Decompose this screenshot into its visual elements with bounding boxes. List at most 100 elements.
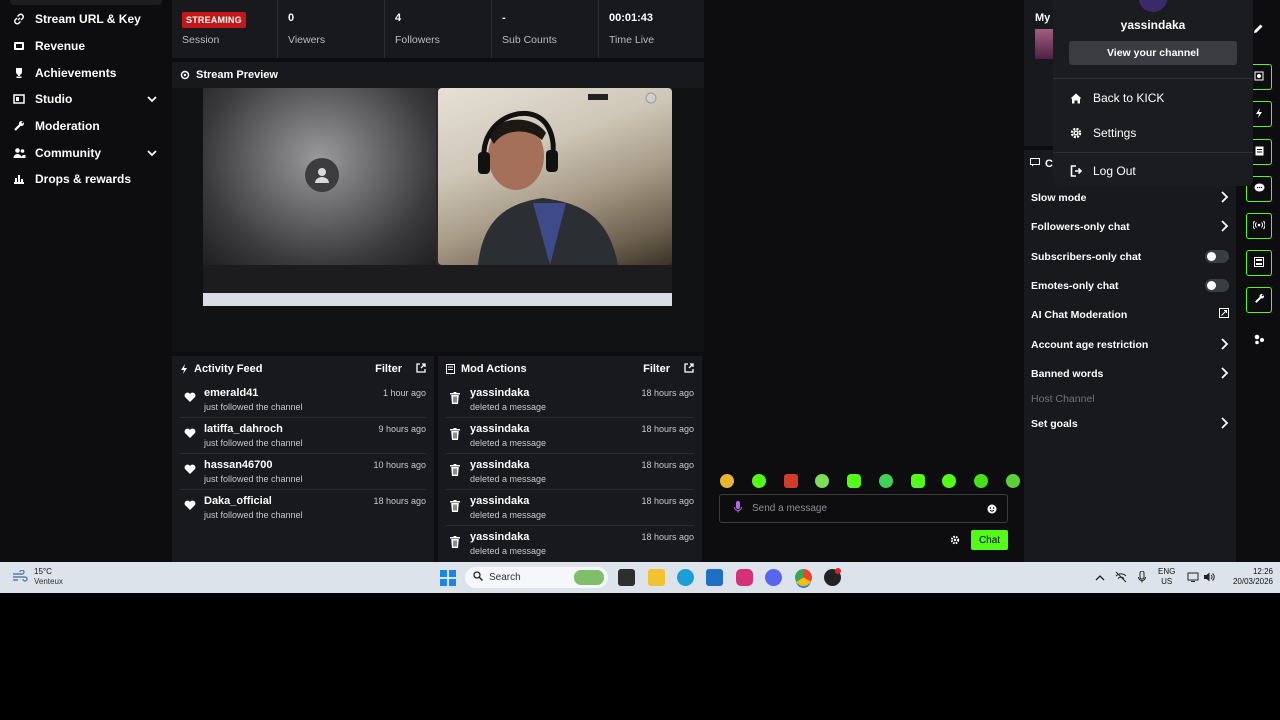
instagram-icon[interactable] [736, 569, 753, 586]
chevron-up-icon[interactable] [1095, 572, 1105, 586]
weather-condition: Venteux [34, 577, 63, 586]
emote-icon[interactable] [720, 474, 734, 488]
emote-icon[interactable] [1005, 474, 1020, 488]
mod-username[interactable]: yassindaka [470, 531, 529, 543]
heart-icon [184, 428, 196, 442]
menu-item-back-to-kick[interactable]: Back to KICK [1069, 89, 1164, 107]
connections-icon[interactable] [1253, 333, 1265, 348]
sidebar-item-studio[interactable]: Studio [0, 86, 170, 112]
external-link-icon [1219, 308, 1229, 321]
rail-button-broadcast[interactable] [1246, 213, 1272, 239]
emote-icon[interactable] [783, 474, 798, 488]
rail-button-moderation-tools[interactable] [1246, 287, 1272, 313]
emote-icon[interactable] [815, 474, 830, 488]
menu-item-log-out[interactable]: Log Out [1069, 162, 1136, 180]
network-off-icon[interactable] [1115, 571, 1127, 586]
chrome-icon[interactable] [795, 569, 812, 586]
dollar-icon [12, 39, 26, 53]
setting-set-goals[interactable]: Set goals [1031, 415, 1229, 433]
chat-message-input[interactable]: Send a message [719, 494, 1008, 523]
chat-send-button[interactable]: Chat [971, 530, 1008, 550]
menu-item-settings[interactable]: Settings [1069, 124, 1136, 142]
emote-icon[interactable] [942, 474, 957, 488]
setting-account-age[interactable]: Account age restriction [1031, 336, 1229, 354]
emote-icon[interactable] [974, 474, 989, 488]
chevron-down-icon[interactable] [146, 147, 158, 162]
sidebar-item-label: Community [35, 146, 101, 160]
stream-preview-header: Stream Preview [172, 62, 704, 88]
popout-icon[interactable] [684, 362, 694, 376]
store-icon[interactable] [706, 569, 723, 586]
emotes-only-toggle[interactable] [1205, 279, 1229, 292]
chevron-down-icon[interactable] [146, 93, 158, 108]
sidebar-item-label: Revenue [35, 39, 86, 53]
edge-browser-icon[interactable] [677, 569, 694, 586]
weather-widget[interactable]: 15°C Venteux [12, 567, 63, 587]
emote-icon[interactable] [878, 474, 893, 488]
chat-placeholder: Send a message [752, 503, 828, 514]
display-icon[interactable] [1187, 571, 1199, 586]
setting-host-channel: Host Channel [1031, 390, 1229, 408]
volume-icon[interactable] [1203, 571, 1215, 586]
list-icon [446, 364, 455, 374]
microphone-icon[interactable] [734, 501, 742, 516]
sidebar-item-label: Achievements [35, 66, 117, 80]
drops-icon [12, 172, 26, 186]
windows-start-button[interactable] [440, 570, 456, 586]
sidebar-item-drops[interactable]: Drops & rewards [0, 166, 170, 192]
emoji-icon[interactable] [987, 503, 997, 517]
setting-label: Host Channel [1031, 393, 1095, 405]
menu-item-label: Log Out [1093, 164, 1136, 178]
discord-icon[interactable] [765, 569, 782, 586]
file-explorer-icon[interactable] [648, 569, 665, 586]
chevron-right-icon [1219, 191, 1229, 206]
sidebar-item-moderation[interactable]: Moderation [0, 113, 170, 139]
mod-username[interactable]: yassindaka [470, 495, 529, 507]
mod-actions-panel: Mod Actions Filter yassindaka deleted a … [438, 356, 702, 562]
setting-banned-words[interactable]: Banned words [1031, 365, 1229, 383]
setting-slow-mode[interactable]: Slow mode [1031, 189, 1229, 207]
setting-followers-only[interactable]: Followers-only chat [1031, 218, 1229, 236]
sidebar-top-edge [10, 0, 162, 5]
mod-username[interactable]: yassindaka [470, 423, 529, 435]
taskbar-search[interactable]: Search [465, 567, 608, 588]
link-icon [12, 12, 26, 26]
channel-thumbnail[interactable] [1035, 29, 1055, 59]
keyboard-language[interactable]: ENG US [1158, 567, 1175, 587]
mod-username[interactable]: yassindaka [470, 387, 529, 399]
rail-button-layout[interactable] [1246, 250, 1272, 276]
emote-icon[interactable] [910, 474, 925, 488]
stream-video[interactable] [203, 88, 672, 306]
activity-row: emerald41 just followed the channel 1 ho… [180, 382, 426, 418]
search-highlight-image [574, 570, 604, 585]
sidebar-item-revenue[interactable]: Revenue [0, 33, 170, 59]
app-window: Stream URL & Key Revenue Achievements St… [0, 0, 1280, 562]
mod-filter-button[interactable]: Filter [643, 363, 670, 375]
emote-icon[interactable] [751, 474, 766, 488]
edit-pencil-icon[interactable] [1253, 23, 1264, 37]
subscribers-only-toggle[interactable] [1205, 250, 1229, 263]
activity-username[interactable]: latiffa_dahroch [204, 423, 283, 435]
setting-label: Account age restriction [1031, 339, 1149, 351]
sidebar-item-achievements[interactable]: Achievements [0, 60, 170, 86]
activity-username[interactable]: emerald41 [204, 387, 258, 399]
sidebar-item-community[interactable]: Community [0, 140, 170, 166]
task-view-icon[interactable] [618, 569, 635, 586]
time-live-stat: 00:01:43 Time Live [599, 0, 704, 58]
activity-row: hassan46700 just followed the channel 10… [180, 454, 426, 490]
clock[interactable]: 12:26 20/03/2026 [1227, 567, 1273, 587]
region-code: US [1161, 577, 1173, 586]
activity-username[interactable]: hassan46700 [204, 459, 273, 471]
emote-icon[interactable] [847, 474, 862, 488]
sidebar-item-stream-url[interactable]: Stream URL & Key [0, 6, 170, 32]
gear-icon[interactable] [950, 534, 960, 548]
stream-stats-bar: STREAMING Session 0 Viewers 4 Followers … [172, 0, 704, 58]
activity-filter-button[interactable]: Filter [375, 363, 402, 375]
mod-username[interactable]: yassindaka [470, 459, 529, 471]
popout-icon[interactable] [416, 362, 426, 376]
setting-ai-moderation[interactable]: AI Chat Moderation [1031, 306, 1229, 324]
setting-emotes-only: Emotes-only chat [1031, 277, 1229, 295]
microphone-icon[interactable] [1138, 570, 1146, 586]
view-channel-button[interactable]: View your channel [1069, 41, 1237, 65]
activity-username[interactable]: Daka_official [204, 495, 272, 507]
